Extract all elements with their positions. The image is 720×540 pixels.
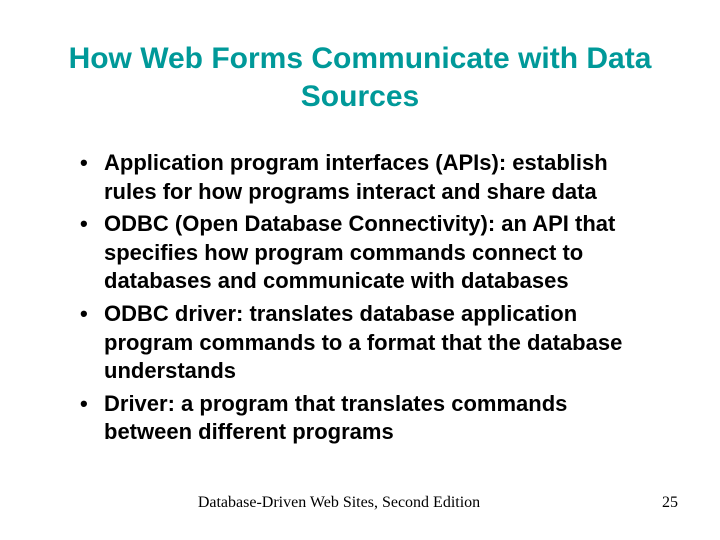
footer-source: Database-Driven Web Sites, Second Editio…	[0, 494, 678, 512]
slide-title: How Web Forms Communicate with Data Sour…	[60, 40, 660, 115]
page-number: 25	[662, 494, 678, 512]
bullet-list: Application program interfaces (APIs): e…	[60, 149, 660, 447]
list-item: ODBC driver: translates database applica…	[80, 300, 660, 386]
list-item: Application program interfaces (APIs): e…	[80, 149, 660, 206]
slide: How Web Forms Communicate with Data Sour…	[0, 0, 720, 540]
list-item: ODBC (Open Database Connectivity): an AP…	[80, 210, 660, 296]
list-item: Driver: a program that translates comman…	[80, 390, 660, 447]
slide-footer: Database-Driven Web Sites, Second Editio…	[0, 494, 720, 512]
